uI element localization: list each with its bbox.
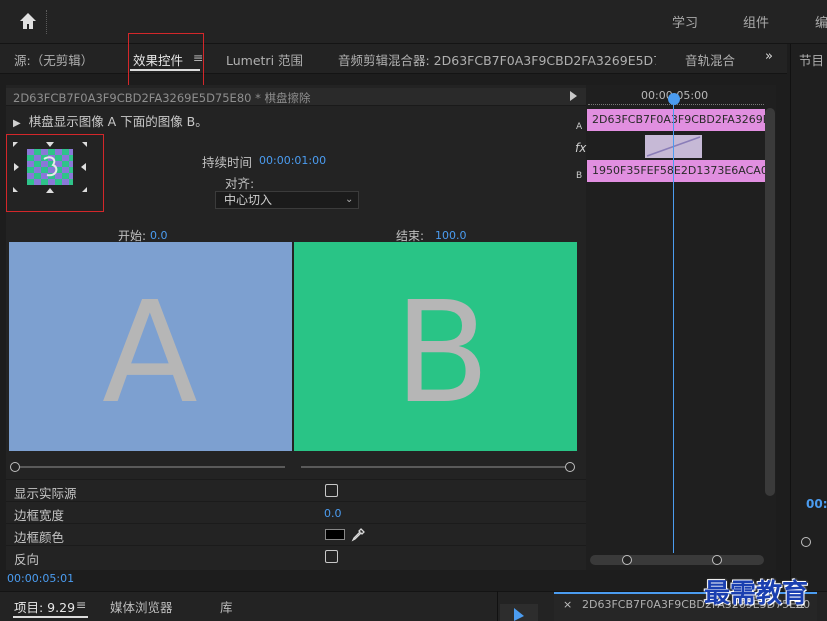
tab-source[interactable]: 源:（无剪辑） xyxy=(14,50,93,69)
direction-east-icon[interactable] xyxy=(81,163,86,171)
tab-audio-track-mixer[interactable]: 音轨混合 xyxy=(685,50,743,69)
alignment-label: 对齐: xyxy=(225,176,255,191)
border-color-swatch[interactable] xyxy=(325,529,345,540)
program-monitor-panel xyxy=(790,44,827,599)
play-transition-icon[interactable] xyxy=(570,91,577,101)
border-width-value[interactable]: 0.0 xyxy=(324,507,342,520)
project-menu-icon[interactable]: ≡ xyxy=(76,597,86,612)
tab-media-browser[interactable]: 媒体浏览器 xyxy=(110,597,173,616)
tab-audio-clip-mixer[interactable]: 音频剪辑混合器: 2D63FCB7F0A3F9CBD2FA3269E5D75E8… xyxy=(338,50,656,69)
property-row xyxy=(6,501,586,523)
direction-south-icon[interactable] xyxy=(46,188,54,193)
tab-program[interactable]: 节目 xyxy=(799,50,824,69)
show-actual-sources-checkbox[interactable] xyxy=(325,484,338,497)
expand-triangle-icon[interactable]: ▶ xyxy=(13,118,21,129)
track-b-label: B xyxy=(576,171,583,181)
top-bar xyxy=(0,0,827,44)
clip-a-bar[interactable]: 2D63FCB7F0A3F9CBD2FA3269E5D75E80 xyxy=(587,109,765,131)
duration-label: 持续时间 xyxy=(202,155,253,170)
end-slider-knob[interactable] xyxy=(565,462,575,472)
playhead-line xyxy=(673,97,674,553)
alignment-select[interactable]: 中心切入 xyxy=(215,191,359,209)
property-row xyxy=(6,523,586,545)
eyedropper-icon[interactable] xyxy=(350,527,366,543)
tab-overflow-icon[interactable]: » xyxy=(765,49,773,64)
preview-a-letter: A xyxy=(102,272,198,435)
clip-title: 2D63FCB7F0A3F9CBD2FA3269E5D75E80 * 棋盘擦除 xyxy=(13,91,311,105)
track-a-label: A xyxy=(576,122,583,132)
selection-tool-icon[interactable] xyxy=(500,604,538,621)
fx-icon: fx xyxy=(575,141,587,155)
reverse-checkbox[interactable] xyxy=(325,550,338,563)
nav-edit[interactable]: 编 xyxy=(815,12,827,31)
border-color-label: 边框颜色 xyxy=(14,530,65,545)
property-row xyxy=(6,479,586,501)
nav-assembly[interactable]: 组件 xyxy=(743,12,769,31)
preview-b-letter: B xyxy=(394,272,491,435)
program-scrub-knob[interactable] xyxy=(801,537,811,547)
end-slider-track[interactable] xyxy=(301,466,565,468)
watermark-text: 最需教育 xyxy=(704,579,809,609)
preview-b: B xyxy=(294,242,577,451)
zoom-handle-right[interactable] xyxy=(712,555,722,565)
tab-libraries[interactable]: 库 xyxy=(220,597,233,616)
end-value[interactable]: 100.0 xyxy=(435,229,467,242)
direction-southeast-icon[interactable] xyxy=(82,187,87,192)
timeline-zoom-scrollbar[interactable] xyxy=(590,555,764,565)
program-timecode[interactable]: 00: xyxy=(806,497,827,511)
direction-west-icon[interactable] xyxy=(14,163,19,171)
direction-northeast-icon[interactable] xyxy=(82,142,87,147)
start-slider-knob[interactable] xyxy=(10,462,20,472)
checkerboard-thumbnail-icon[interactable] xyxy=(27,149,73,185)
clip-b-bar[interactable]: 1950F35FEF58E2D1373E6ACA0D83 xyxy=(587,160,765,182)
close-icon[interactable]: × xyxy=(563,598,572,611)
transition-description: ▶ 棋盘显示图像 A 下面的图像 B。 xyxy=(13,111,208,130)
panel-divider xyxy=(497,591,498,621)
start-slider-track[interactable] xyxy=(20,466,285,468)
timeline-vertical-scrollbar[interactable] xyxy=(765,108,775,496)
property-row xyxy=(6,545,586,567)
nav-learn[interactable]: 学习 xyxy=(672,12,698,31)
tab-lumetri-scopes[interactable]: Lumetri 范围 xyxy=(226,50,303,69)
start-value[interactable]: 0.0 xyxy=(150,229,168,242)
zoom-handle-left[interactable] xyxy=(622,555,632,565)
show-actual-sources-label: 显示实际源 xyxy=(14,486,77,501)
current-timecode[interactable]: 00:00:05:01 xyxy=(7,572,74,585)
reverse-label: 反向 xyxy=(14,552,40,567)
direction-northwest-icon[interactable] xyxy=(13,142,18,147)
playhead-handle[interactable] xyxy=(668,93,680,105)
tool-panel xyxy=(500,604,538,621)
border-width-label: 边框宽度 xyxy=(14,508,65,523)
direction-north-icon[interactable] xyxy=(46,142,54,147)
home-icon[interactable] xyxy=(18,11,38,31)
description-text: 棋盘显示图像 A 下面的图像 B。 xyxy=(28,114,208,129)
toolbar-divider xyxy=(46,10,48,34)
chevron-down-icon[interactable]: ⌄ xyxy=(345,194,353,205)
tab-project[interactable]: 项目: 9.29 xyxy=(14,597,75,616)
duration-value[interactable]: 00:00:01:00 xyxy=(259,154,326,167)
active-bottom-tab-indicator xyxy=(13,616,88,618)
direction-southwest-icon[interactable] xyxy=(13,187,18,192)
preview-a: A xyxy=(9,242,292,451)
